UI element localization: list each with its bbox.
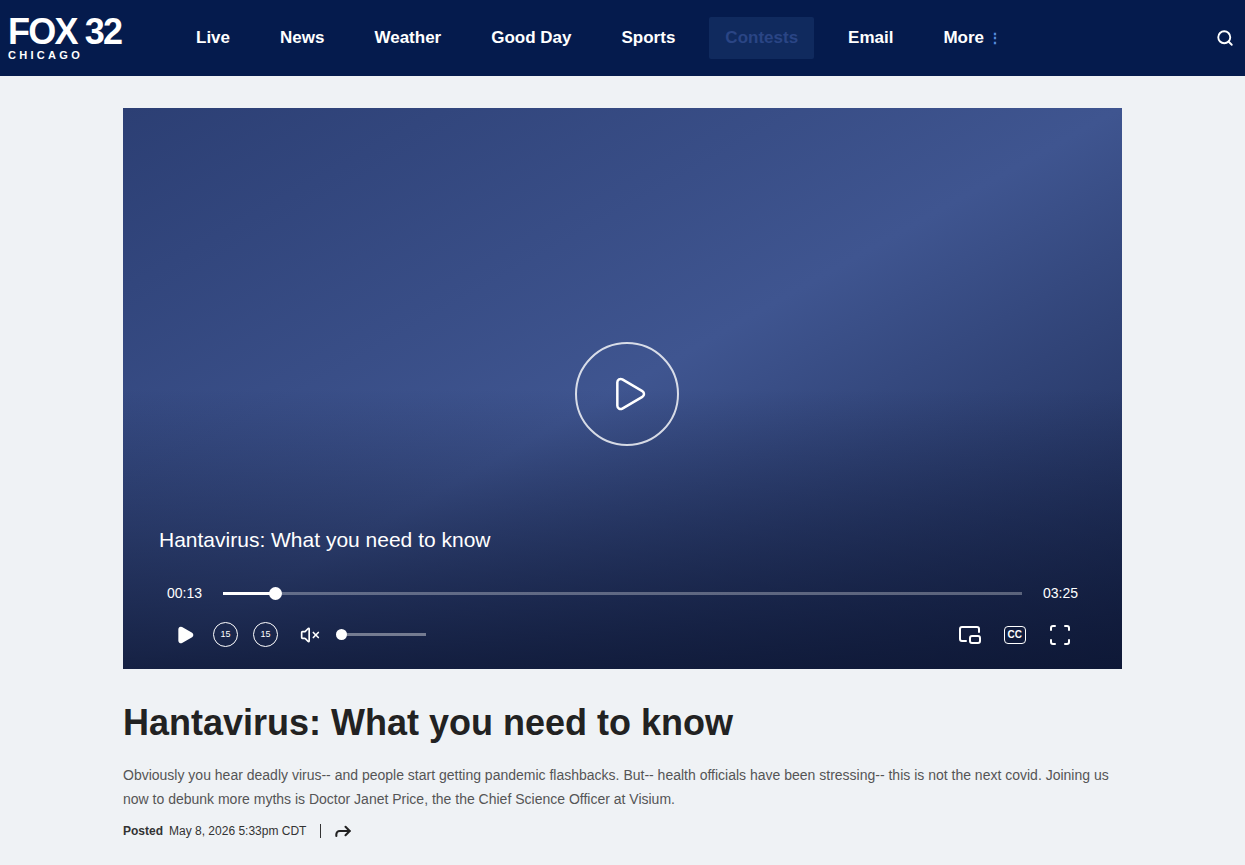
play-icon — [609, 374, 649, 414]
posted-row: Posted May 8, 2026 5:33pm CDT — [123, 821, 1122, 841]
play-overlay-button[interactable] — [575, 342, 679, 446]
captions-button[interactable]: CC — [1004, 626, 1026, 644]
video-frame — [123, 108, 1122, 669]
share-icon[interactable] — [333, 821, 353, 841]
article-description: Obviously you hear deadly virus-- and pe… — [123, 763, 1122, 811]
video-player[interactable]: Hantavirus: What you need to know 00:13 03… — [123, 108, 1122, 669]
pip-icon[interactable] — [958, 623, 982, 647]
mute-icon[interactable] — [300, 625, 320, 645]
duration: 03:25 — [1034, 583, 1078, 604]
volume-slider[interactable] — [338, 633, 426, 636]
logo[interactable]: FOX 32CHICAGO — [0, 15, 180, 61]
posted-label: Posted — [123, 822, 163, 840]
nav-item[interactable]: Live — [180, 17, 246, 59]
nav-item[interactable]: Contests — [709, 17, 814, 59]
nav-item[interactable]: News — [264, 17, 340, 59]
controls: 00:13 03:25 15 15 CC — [123, 583, 1122, 669]
more-menu[interactable]: More⋮ — [927, 17, 1018, 59]
nav-item[interactable]: Email — [832, 17, 909, 59]
nav-item[interactable]: Good Day — [475, 17, 587, 59]
article: Hantavirus: What you need to know 00:13 03… — [123, 76, 1122, 841]
elapsed-time: 00:13 — [167, 583, 211, 604]
page: FOX 32CHICAGOLive News Weather Good Day Spor… — [0, 0, 1245, 865]
fullscreen-icon[interactable] — [1048, 623, 1072, 647]
progress-bar[interactable] — [223, 592, 1022, 595]
nav-items: Live News Weather Good Day Sports Contests Ema… — [180, 17, 1018, 59]
progress-row: 00:13 03:25 — [167, 583, 1078, 604]
button-row: 15 15 CC — [167, 622, 1078, 647]
video-caption: Hantavirus: What you need to know — [159, 524, 491, 556]
nav-item[interactable]: Sports — [606, 17, 692, 59]
posted-date: May 8, 2026 5:33pm CDT — [169, 822, 306, 840]
nav-item[interactable]: Weather — [358, 17, 457, 59]
article-title: Hantavirus: What you need to know — [123, 701, 1122, 745]
search-icon[interactable] — [1216, 29, 1234, 47]
skip-back-button[interactable]: 15 — [213, 622, 238, 647]
skip-forward-button[interactable]: 15 — [253, 622, 278, 647]
top-nav: FOX 32CHICAGOLive News Weather Good Day Spor… — [0, 0, 1245, 76]
play-icon[interactable] — [175, 625, 195, 645]
